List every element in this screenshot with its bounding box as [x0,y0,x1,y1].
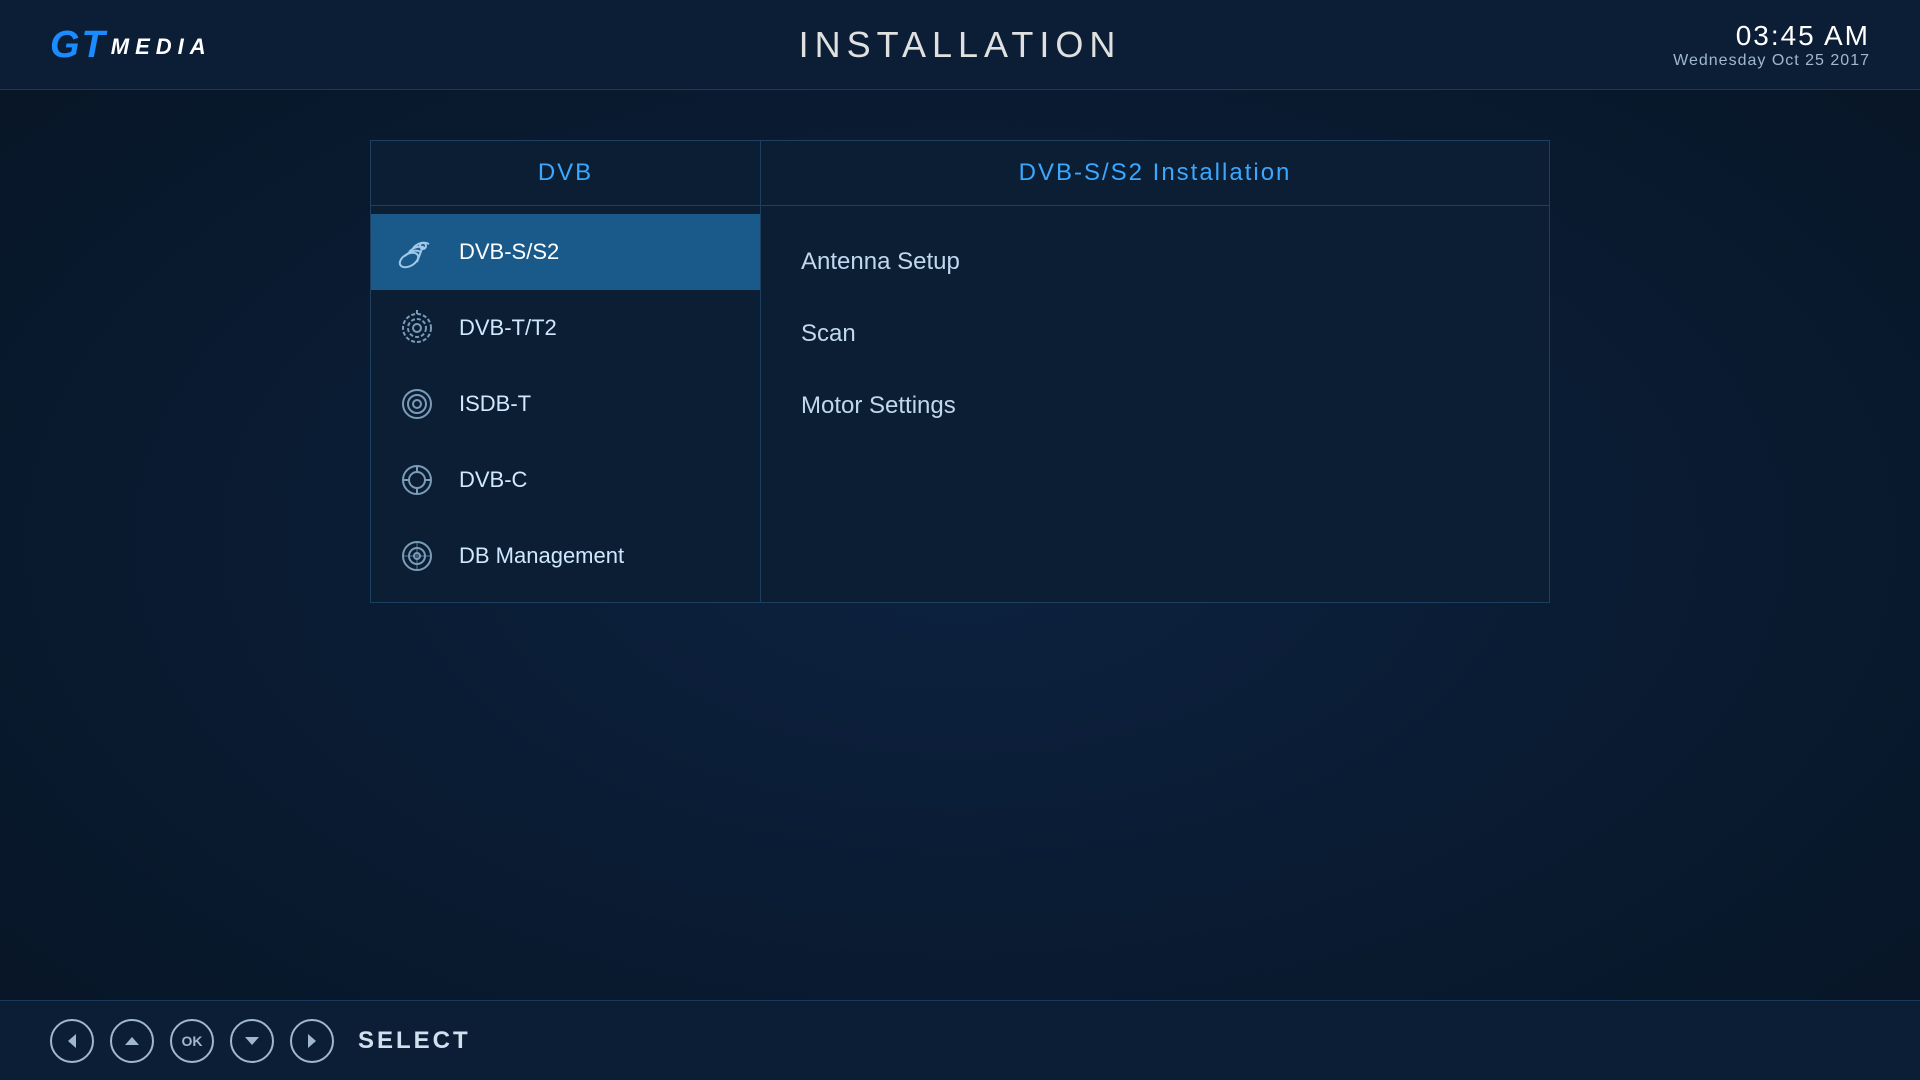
logo-media: MEDIA [111,34,212,60]
submenu-panel-header: DVB-S/S2 Installation [761,141,1549,206]
header: GT MEDIA INSTALLATION 03:45 AM Wednesday… [0,0,1920,90]
sidebar-item-dvbs2[interactable]: DVB-S/S2 [371,214,760,290]
nav-up-button[interactable] [110,1019,154,1063]
dvb-panel-title: DVB [538,159,593,186]
isdb-icon [395,382,439,426]
sidebar-item-isdbt[interactable]: ISDB-T [371,366,760,442]
sidebar-item-dvbc-label: DVB-C [459,467,527,493]
dvb-panel-header: DVB [371,141,760,206]
panels: DVB [370,140,1550,603]
submenu-panel-title: DVB-S/S2 Installation [1019,159,1292,186]
sidebar-item-dbmgmt[interactable]: DB Management [371,518,760,594]
sidebar-item-isdbt-label: ISDB-T [459,391,531,417]
submenu-item-motor-settings[interactable]: Motor Settings [801,370,1509,442]
logo: GT MEDIA [50,26,212,64]
sidebar-item-dbmgmt-label: DB Management [459,543,624,569]
antenna-icon [395,306,439,350]
sidebar-item-dvbs2-label: DVB-S/S2 [459,239,559,265]
nav-ok-button[interactable]: OK [170,1019,214,1063]
cable-icon [395,458,439,502]
clock: 03:45 AM Wednesday Oct 25 2017 [1673,20,1870,70]
nav-down-button[interactable] [230,1019,274,1063]
submenu-item-scan[interactable]: Scan [801,298,1509,370]
submenu-items: Antenna Setup Scan Motor Settings [761,206,1549,462]
sidebar-item-dvbt2[interactable]: DVB-T/T2 [371,290,760,366]
sidebar-item-dvbc[interactable]: DVB-C [371,442,760,518]
submenu-panel: DVB-S/S2 Installation Antenna Setup Scan… [761,141,1549,602]
nav-select-button[interactable] [290,1019,334,1063]
clock-date: Wednesday Oct 25 2017 [1673,52,1870,70]
main-content: DVB [0,90,1920,653]
nav-back-button[interactable] [50,1019,94,1063]
db-icon [395,534,439,578]
logo-gt: GT [50,26,107,64]
clock-time: 03:45 AM [1673,20,1870,52]
sidebar-item-dvbt2-label: DVB-T/T2 [459,315,557,341]
submenu-item-antenna-setup[interactable]: Antenna Setup [801,226,1509,298]
dvb-menu: DVB-S/S2 DVB-T/T2 [371,206,760,602]
page-title: INSTALLATION [799,24,1122,66]
select-label: SELECT [358,1027,471,1055]
dvb-panel: DVB [371,141,761,602]
satellite-icon [395,230,439,274]
bottom-bar: OK SELECT [0,1000,1920,1080]
